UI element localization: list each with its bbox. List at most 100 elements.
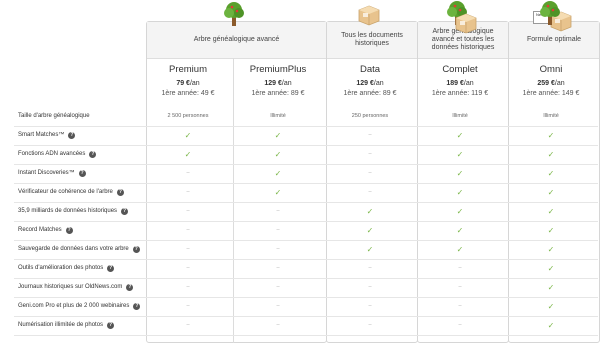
dash-icon: – [368,265,372,271]
tree-icon [540,1,560,25]
check-icon: ✓ [456,206,464,216]
row-divider [14,297,598,298]
dash-icon: – [186,265,190,271]
plan-name: PremiumPlus [249,64,307,75]
help-icon[interactable]: ? [133,302,141,310]
feature-name: Record Matches [18,227,62,233]
row-divider [14,202,598,203]
dash-icon: – [186,227,190,233]
price-value: 79 € [176,80,190,87]
feature-name: Numérisation illimitée de photos [18,322,104,328]
help-icon[interactable]: ? [65,226,73,234]
check-icon: ✓ [274,130,282,140]
check-icon: ✓ [456,130,464,140]
feature-name: Outils d'amélioration des photos [18,265,104,271]
feature-name: Sauvegarde de données dans votre arbre [18,246,129,252]
price-value: 189 € [446,80,464,87]
row-divider [14,164,598,165]
box-icon [358,5,380,26]
price-period: /an [373,80,384,87]
help-icon[interactable]: ? [68,131,76,139]
feature-label: Geni.com Pro et plus de 2 000 webinaires… [18,301,141,311]
check-icon: ✓ [547,282,555,292]
plan-price: 79 €/an [148,80,228,87]
feature-label: Numérisation illimitée de photos? [18,320,115,330]
feature-label: Taille d'arbre généalogique [18,111,90,121]
check-icon: ✓ [274,187,282,197]
feature-cell: Illimité [270,113,286,119]
dash-icon: – [276,322,280,328]
price-period: /an [189,80,200,87]
price-period: /an [281,80,292,87]
dash-icon: – [186,208,190,214]
help-icon[interactable]: ? [107,264,115,272]
feature-name: Fonctions ADN avancées [18,151,86,157]
feature-label: Smart Matches™? [18,130,76,140]
check-icon: ✓ [547,168,555,178]
feature-cell: Illimité [543,113,559,119]
check-icon: ✓ [547,225,555,235]
help-icon[interactable]: ? [121,207,129,215]
dash-icon: – [458,303,462,309]
help-icon[interactable]: ? [132,245,140,253]
check-icon: ✓ [274,149,282,159]
feature-label: Vérificateur de cohérence de l'arbre? [18,187,124,197]
dash-icon: – [276,227,280,233]
check-icon: ✓ [366,244,374,254]
dash-icon: – [276,284,280,290]
check-icon: ✓ [547,263,555,273]
help-icon[interactable]: ? [78,169,86,177]
check-icon: ✓ [366,206,374,216]
plan-name: Data [359,64,381,75]
dash-icon: – [276,303,280,309]
row-divider [14,335,598,336]
feature-label: Record Matches? [18,225,73,235]
check-icon: ✓ [456,149,464,159]
help-icon[interactable]: ? [126,283,134,291]
check-icon: ✓ [547,244,555,254]
feature-name: Geni.com Pro et plus de 2 000 webinaires [18,303,130,309]
dash-icon: – [458,265,462,271]
feature-name: Smart Matches™ [18,132,65,138]
help-icon[interactable]: ? [107,321,115,329]
dash-icon: – [186,189,190,195]
column-divider [233,58,234,343]
first-year-price: 1ère année: 149 € [522,90,580,97]
check-icon: ✓ [547,187,555,197]
dash-icon: – [368,284,372,290]
price-value: 259 € [537,80,555,87]
feature-name: Journaux historiques sur OldNews.com [18,284,123,290]
price-value: 129 € [264,80,282,87]
help-icon[interactable]: ? [116,188,124,196]
dash-icon: – [276,265,280,271]
row-divider [14,221,598,222]
dash-icon: – [458,322,462,328]
feature-cell: Illimité [452,113,468,119]
box-icon [455,13,477,34]
dash-icon: – [276,246,280,252]
plan-price: 189 €/an [420,80,500,87]
first-year-price: 1ère année: 49 € [161,90,215,97]
plan-group-header: Tous les documents historiques [327,22,417,59]
dash-icon: – [186,284,190,290]
row-divider [14,240,598,241]
feature-name: Instant Discoveries™ [18,170,75,176]
check-icon: ✓ [456,187,464,197]
row-divider [14,126,598,127]
check-icon: ✓ [184,149,192,159]
row-divider [14,259,598,260]
plan-group-header: Arbre généalogique avancé [147,22,326,59]
dash-icon: – [186,246,190,252]
check-icon: ✓ [547,130,555,140]
feature-label: Journaux historiques sur OldNews.com? [18,282,134,292]
dash-icon: – [368,170,372,176]
plan-name: Complet [442,64,478,75]
help-icon[interactable]: ? [89,150,97,158]
dash-icon: – [368,322,372,328]
check-icon: ✓ [274,168,282,178]
check-icon: ✓ [547,320,555,330]
row-divider [14,145,598,146]
feature-cell: 250 personnes [351,113,389,119]
feature-cell: 2 500 personnes [167,113,209,119]
plan-price: 129 €/an [238,80,318,87]
